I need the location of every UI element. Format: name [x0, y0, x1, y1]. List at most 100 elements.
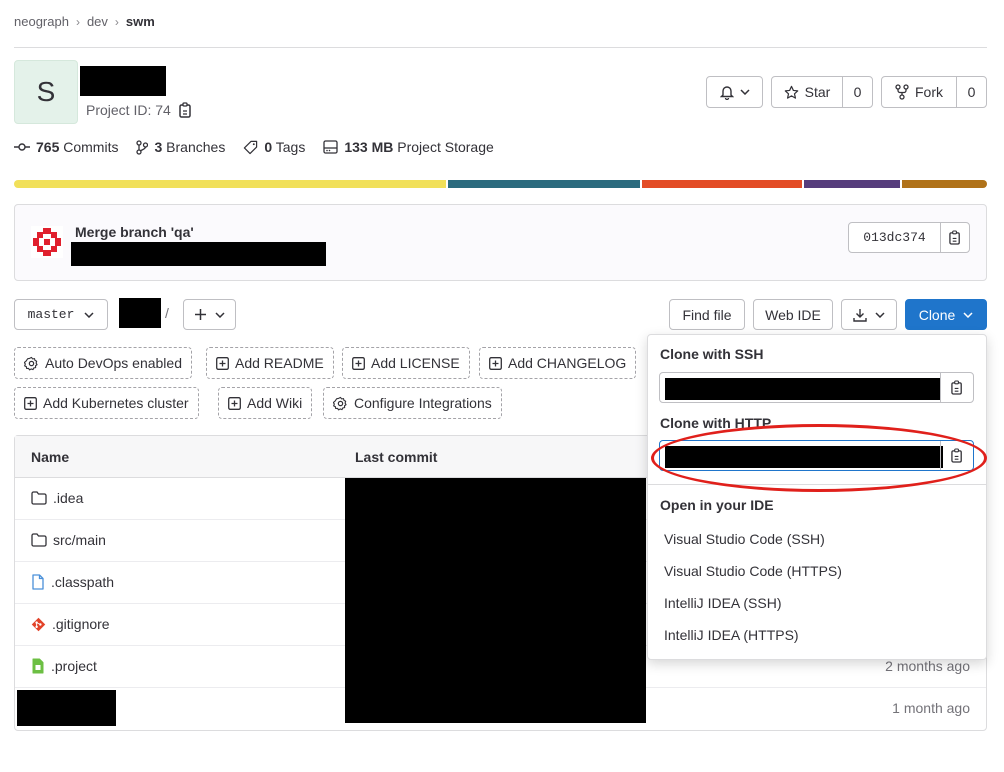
auto-devops-button[interactable]: Auto DevOps enabled	[14, 347, 192, 379]
plus-square-icon	[352, 356, 365, 370]
language-segment[interactable]	[902, 180, 987, 188]
dropdown-divider	[648, 484, 986, 485]
language-segment[interactable]	[804, 180, 900, 188]
open-vscode-https[interactable]: Visual Studio Code (HTTPS)	[664, 563, 842, 579]
project-stats: 765 Commits 3 Branches 0 Tags 133 MB Pro…	[14, 139, 494, 155]
chevron-down-icon	[84, 311, 94, 318]
commits-stat[interactable]: 765 Commits	[14, 139, 118, 155]
project-avatar[interactable]: S	[14, 60, 78, 124]
star-count[interactable]: 0	[842, 77, 872, 107]
branch-icon	[136, 139, 149, 155]
web-ide-button[interactable]: Web IDE	[753, 299, 833, 330]
tags-count: 0	[264, 139, 273, 155]
file-icon	[31, 658, 45, 674]
branches-label: Branches	[166, 139, 226, 155]
download-button[interactable]	[841, 299, 897, 330]
copy-http-url-button[interactable]	[940, 441, 973, 470]
add-readme-button[interactable]: Add README	[206, 347, 334, 379]
ssh-url-field[interactable]	[659, 372, 974, 403]
http-url-field[interactable]	[659, 440, 974, 471]
author-avatar[interactable]	[31, 226, 63, 258]
repository-languages-bar	[14, 180, 987, 188]
project-id-label: Project ID: 74	[86, 102, 171, 118]
file-name: .idea	[53, 490, 84, 506]
download-icon	[853, 308, 867, 322]
branches-stat[interactable]: 3 Branches	[136, 139, 225, 155]
git-icon	[31, 617, 46, 632]
file-name: .classpath	[51, 574, 115, 590]
commit-sha[interactable]: 013dc374	[849, 223, 940, 252]
open-vscode-ssh[interactable]: Visual Studio Code (SSH)	[664, 531, 825, 547]
commit-title[interactable]: Merge branch 'qa'	[75, 224, 194, 240]
add-license-button[interactable]: Add LICENSE	[342, 347, 470, 379]
chevron-down-icon	[215, 311, 225, 318]
find-file-button[interactable]: Find file	[669, 299, 745, 330]
branch-name: master	[27, 307, 75, 322]
plus-square-icon	[216, 356, 229, 370]
clone-http-label: Clone with HTTP	[660, 415, 772, 431]
file-last-updated: 2 months ago	[885, 658, 970, 674]
fork-count[interactable]: 0	[956, 77, 986, 107]
add-wiki-label: Add Wiki	[247, 395, 303, 411]
breadcrumb-swm[interactable]: swm	[126, 14, 155, 29]
storage-stat[interactable]: 133 MB Project Storage	[323, 139, 494, 155]
add-kubernetes-cluster-label: Add Kubernetes cluster	[43, 395, 189, 411]
redacted-http-url	[665, 446, 943, 468]
file-name: .gitignore	[52, 616, 110, 632]
fork-button[interactable]: Fork	[882, 77, 956, 107]
breadcrumb-dev[interactable]: dev	[87, 14, 108, 29]
add-wiki-button[interactable]: Add Wiki	[218, 387, 313, 419]
copy-icon[interactable]	[179, 102, 193, 118]
column-last-commit-header: Last commit	[355, 449, 438, 465]
open-intellij-https[interactable]: IntelliJ IDEA (HTTPS)	[664, 627, 799, 643]
language-segment[interactable]	[642, 180, 802, 188]
notification-button[interactable]	[706, 76, 763, 108]
commits-label: Commits	[63, 139, 119, 155]
configure-integrations-button[interactable]: Configure Integrations	[323, 387, 502, 419]
redacted-project-name	[80, 66, 166, 96]
file-link[interactable]: src/main	[31, 532, 106, 548]
redacted-repo-path	[119, 298, 161, 328]
add-readme-label: Add README	[235, 355, 324, 371]
file-link[interactable]: .gitignore	[31, 616, 110, 632]
chevron-down-icon	[739, 89, 750, 95]
file-icon	[31, 574, 45, 590]
redacted-last-commit-column	[345, 478, 646, 723]
file-link[interactable]: .classpath	[31, 574, 114, 590]
auto-devops-label: Auto DevOps enabled	[45, 355, 182, 371]
folder-icon	[31, 491, 47, 505]
add-kubernetes-cluster-button[interactable]: Add Kubernetes cluster	[14, 387, 199, 419]
tag-icon	[243, 140, 258, 155]
open-in-ide-label: Open in your IDE	[660, 497, 774, 513]
plus-square-icon	[489, 356, 502, 370]
chevron-right-icon: ›	[114, 14, 119, 29]
language-segment[interactable]	[448, 180, 640, 188]
clone-ssh-label: Clone with SSH	[660, 346, 764, 362]
copy-ssh-url-button[interactable]	[940, 373, 973, 402]
fork-button-group[interactable]: Fork 0	[881, 76, 987, 108]
star-button[interactable]: Star	[772, 77, 842, 107]
chevron-down-icon	[963, 311, 973, 318]
folder-icon	[31, 533, 47, 547]
storage-value: 133 MB	[344, 139, 394, 155]
star-button-group[interactable]: Star 0	[771, 76, 873, 108]
clone-button[interactable]: Clone	[905, 299, 987, 330]
language-segment[interactable]	[14, 180, 446, 188]
add-license-label: Add LICENSE	[371, 355, 460, 371]
settings-icon	[24, 356, 39, 371]
open-intellij-ssh[interactable]: IntelliJ IDEA (SSH)	[664, 595, 781, 611]
redacted-commit-author	[71, 242, 326, 266]
branch-selector[interactable]: master	[14, 299, 108, 330]
add-changelog-label: Add CHANGELOG	[508, 355, 627, 371]
breadcrumb: neograph › dev › swm	[14, 14, 155, 29]
clone-label: Clone	[918, 306, 956, 323]
copy-sha-button[interactable]	[940, 223, 969, 252]
file-link[interactable]: .project	[31, 658, 97, 674]
file-link[interactable]: .idea	[31, 490, 83, 506]
breadcrumb-neograph[interactable]: neograph	[14, 14, 69, 29]
plus-square-icon	[228, 396, 241, 410]
plus-square-icon	[24, 396, 37, 410]
add-to-tree-button[interactable]	[183, 299, 236, 330]
add-changelog-button[interactable]: Add CHANGELOG	[479, 347, 637, 379]
tags-stat[interactable]: 0 Tags	[243, 139, 305, 155]
